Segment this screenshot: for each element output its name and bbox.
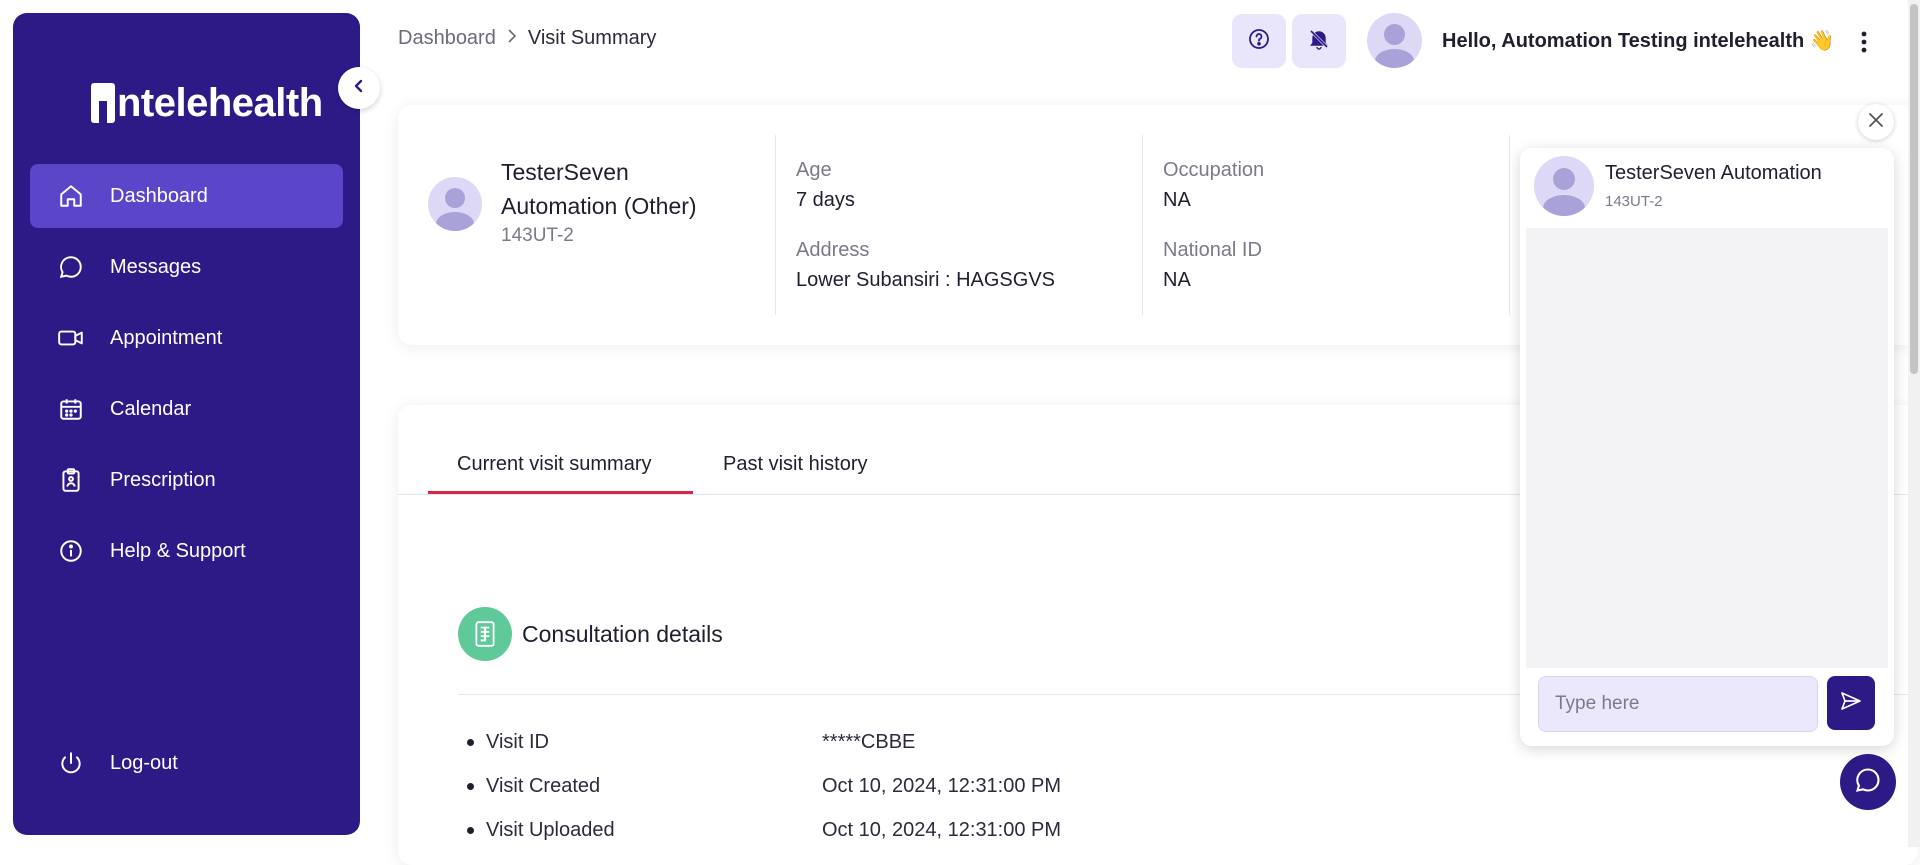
consultation-icon bbox=[458, 607, 512, 661]
sidebar-item-help-support[interactable]: Help & Support bbox=[30, 519, 343, 583]
send-message-button[interactable] bbox=[1827, 676, 1875, 730]
user-greeting: Hello, Automation Testing intelehealth 👋 bbox=[1442, 30, 1835, 52]
page-scrollbar[interactable] bbox=[1908, 0, 1920, 847]
detail-row: Visit Created Oct 10, 2024, 12:31:00 PM bbox=[458, 775, 1158, 798]
logout-container: Log-out bbox=[30, 731, 343, 802]
occupation-label: Occupation bbox=[1163, 159, 1265, 181]
divider bbox=[1509, 135, 1510, 315]
tab-past-visit-history[interactable]: Past visit history bbox=[723, 453, 867, 476]
detail-label: Visit Created bbox=[486, 775, 601, 797]
age-label: Age bbox=[796, 159, 832, 181]
close-icon bbox=[1867, 111, 1885, 134]
bell-off-icon bbox=[1307, 27, 1331, 56]
info-icon bbox=[56, 536, 86, 566]
sidebar-item-label: Dashboard bbox=[110, 184, 208, 207]
tab-current-visit-summary[interactable]: Current visit summary bbox=[457, 453, 651, 476]
sidebar-item-prescription[interactable]: Prescription bbox=[30, 448, 343, 512]
detail-label: Visit Uploaded bbox=[486, 819, 615, 841]
chat-contact-name: TesterSeven Automation bbox=[1605, 162, 1822, 184]
detail-value: Oct 10, 2024, 12:31:00 PM bbox=[822, 819, 1062, 841]
user-avatar[interactable] bbox=[1367, 13, 1422, 68]
chat-avatar bbox=[1534, 156, 1594, 216]
video-icon bbox=[56, 323, 86, 353]
detail-row: Visit Uploaded Oct 10, 2024, 12:31:00 PM bbox=[458, 819, 1158, 842]
logo-mark bbox=[91, 83, 115, 123]
chat-message-input[interactable] bbox=[1538, 676, 1818, 732]
breadcrumb-dashboard[interactable]: Dashboard bbox=[398, 27, 496, 50]
divider bbox=[1142, 135, 1143, 315]
detail-label: Visit ID bbox=[486, 731, 549, 753]
sidebar-item-dashboard[interactable]: Dashboard bbox=[30, 164, 343, 228]
kebab-menu-icon bbox=[1852, 31, 1876, 62]
chat-bubble-icon bbox=[1854, 766, 1882, 799]
breadcrumb: Dashboard Visit Summary bbox=[398, 27, 656, 50]
sidebar-collapse-button[interactable] bbox=[338, 67, 380, 109]
app-logo[interactable]: intelehealth ntelehealth bbox=[91, 63, 323, 123]
age-value: 7 days bbox=[796, 189, 855, 211]
sidebar-item-messages[interactable]: Messages bbox=[30, 235, 343, 299]
power-icon bbox=[56, 748, 86, 778]
sidebar-item-label: Help & Support bbox=[110, 539, 246, 562]
chevron-right-icon bbox=[506, 27, 518, 50]
calendar-icon bbox=[56, 394, 86, 424]
national-id-label: National ID bbox=[1163, 239, 1262, 261]
detail-value: *****CBBE bbox=[822, 731, 916, 753]
chat-toggle-button[interactable] bbox=[1840, 754, 1896, 810]
patient-id: 143UT-2 bbox=[501, 225, 574, 246]
sidebar-item-label: Appointment bbox=[110, 326, 223, 349]
patient-avatar bbox=[428, 177, 482, 231]
chat-contact-id: 143UT-2 bbox=[1605, 193, 1663, 210]
chevron-left-icon bbox=[351, 78, 367, 99]
bullet bbox=[467, 827, 474, 834]
sidebar-item-appointment[interactable]: Appointment bbox=[30, 306, 343, 370]
detail-value: Oct 10, 2024, 12:31:00 PM bbox=[822, 775, 1062, 797]
sidebar-nav: Dashboard Messages Appointment Calendar … bbox=[30, 164, 343, 590]
active-tab-indicator bbox=[428, 491, 693, 494]
scrollbar-thumb[interactable] bbox=[1910, 4, 1918, 374]
logo-wordmark: ntelehealth bbox=[117, 81, 323, 125]
address-value: Lower Subansiri : HAGSGVS bbox=[796, 269, 1055, 291]
more-options-button[interactable] bbox=[1852, 26, 1876, 58]
sidebar-item-calendar[interactable]: Calendar bbox=[30, 377, 343, 441]
home-icon bbox=[56, 181, 86, 211]
chat-messages-area bbox=[1526, 228, 1888, 668]
national-id-value: NA bbox=[1163, 269, 1191, 291]
bullet bbox=[467, 739, 474, 746]
logout-label: Log-out bbox=[110, 751, 178, 774]
message-icon bbox=[56, 252, 86, 282]
sidebar-item-label: Calendar bbox=[110, 397, 192, 420]
chat-header: TesterSeven Automation 143UT-2 bbox=[1520, 148, 1894, 228]
address-label: Address bbox=[796, 239, 870, 261]
consultation-title: Consultation details bbox=[522, 621, 723, 647]
occupation-value: NA bbox=[1163, 189, 1191, 211]
question-icon bbox=[1247, 27, 1271, 56]
notifications-button[interactable] bbox=[1292, 14, 1346, 68]
help-button[interactable] bbox=[1232, 14, 1286, 68]
divider bbox=[775, 135, 776, 315]
sidebar-item-label: Prescription bbox=[110, 468, 216, 491]
bullet bbox=[467, 783, 474, 790]
prescription-icon bbox=[56, 465, 86, 495]
send-icon bbox=[1839, 689, 1863, 718]
sidebar: intelehealth ntelehealth Dashboard Messa… bbox=[13, 13, 360, 835]
logout-button[interactable]: Log-out bbox=[30, 731, 343, 795]
chat-close-button[interactable] bbox=[1858, 104, 1894, 140]
chat-panel: TesterSeven Automation 143UT-2 bbox=[1520, 148, 1894, 746]
detail-row: Visit ID *****CBBE bbox=[458, 731, 1158, 754]
patient-name: TesterSeven Automation (Other) bbox=[501, 159, 697, 219]
sidebar-item-label: Messages bbox=[110, 255, 202, 278]
breadcrumb-current: Visit Summary bbox=[527, 27, 657, 49]
